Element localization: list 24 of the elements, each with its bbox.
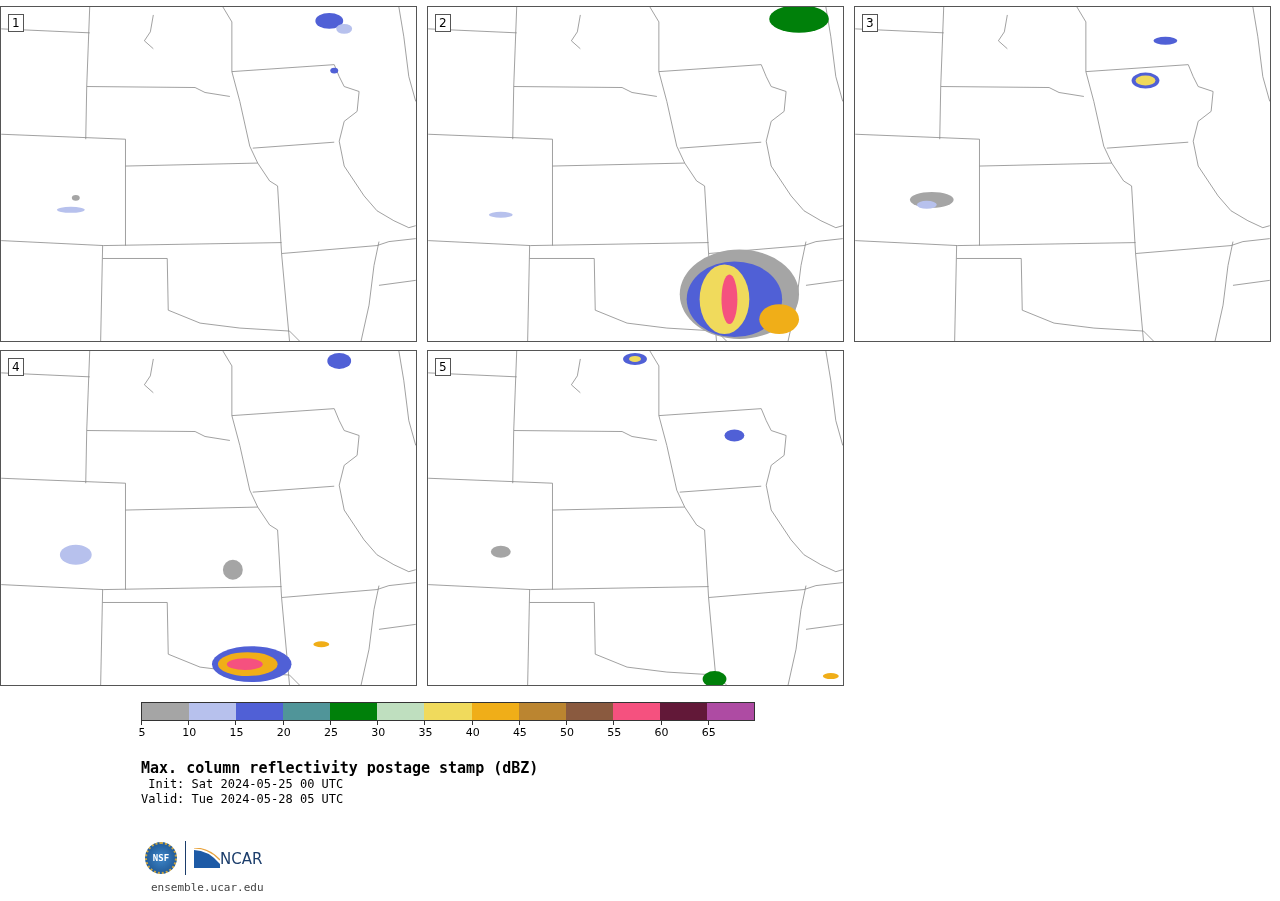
panel-number: 1 <box>8 14 24 32</box>
tick-label: 20 <box>276 726 291 739</box>
ncar-logo: NCAR <box>194 848 263 868</box>
chart-title: Max. column reflectivity postage stamp (dBZ) <box>141 759 540 777</box>
tick-label: 60 <box>654 726 669 739</box>
panel-number: 3 <box>862 14 878 32</box>
nsf-logo: NSF <box>145 842 177 874</box>
tick-label: 50 <box>560 726 575 739</box>
tick-label: 55 <box>607 726 622 739</box>
tick-label: 45 <box>512 726 527 739</box>
tick-label: 65 <box>701 726 716 739</box>
valid-time: Valid: Tue 2024-05-28 05 UTC <box>141 792 345 807</box>
tick-label: 40 <box>465 726 480 739</box>
panel-number: 2 <box>435 14 451 32</box>
website-url: ensemble.ucar.edu <box>151 881 265 894</box>
tick-label: 35 <box>418 726 433 739</box>
tick-label: 15 <box>229 726 244 739</box>
tick-label: 5 <box>138 726 146 739</box>
init-time: Init: Sat 2024-05-25 00 UTC <box>147 777 345 792</box>
tick-label: 25 <box>323 726 338 739</box>
panel-number: 4 <box>8 358 24 376</box>
tick-label: 30 <box>371 726 386 739</box>
tick-label: 10 <box>182 726 197 739</box>
panel-number: 5 <box>435 358 451 376</box>
